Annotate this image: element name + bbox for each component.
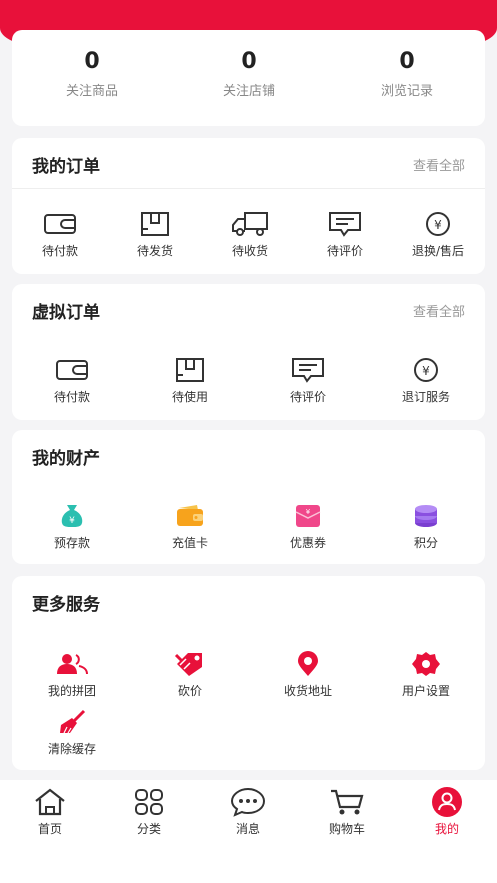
asset-points[interactable]: 积分 (378, 502, 474, 551)
coins-stack-icon (415, 505, 437, 527)
tab-messages[interactable]: 消息 (198, 786, 298, 837)
stats-card: 0 关注商品 0 关注店铺 0 浏览记录 (12, 30, 485, 126)
asset-deposit[interactable]: ¥ 预存款 (24, 502, 120, 551)
view-all-virtual-link[interactable]: 查看全部 (413, 301, 465, 320)
stat-value: 0 (399, 49, 415, 74)
service-bargain[interactable]: 砍价 (142, 650, 238, 699)
service-user-settings[interactable]: 用户设置 (378, 650, 474, 699)
wallet-card-icon (177, 505, 203, 526)
virtual-pending-use[interactable]: 待使用 (142, 356, 238, 405)
item-label: 待付款 (53, 390, 90, 404)
svg-text:¥: ¥ (69, 516, 75, 526)
money-bag-icon: ¥ (61, 505, 83, 527)
asset-coupon[interactable]: ¥ 优惠券 (260, 502, 356, 551)
item-label: 收货地址 (283, 684, 332, 698)
category-icon (135, 789, 163, 815)
service-group-buy[interactable]: 我的拼团 (24, 650, 120, 699)
item-label: 待发货 (136, 244, 173, 258)
message-icon (230, 787, 266, 817)
order-pending-review[interactable]: 待评价 (297, 210, 393, 259)
item-label: 待评价 (289, 390, 326, 404)
order-pending-receipt[interactable]: 待收货 (202, 210, 298, 259)
my-assets-card: 我的财产 ¥ 预存款 充值卡 ¥ 优惠券 积分 (12, 430, 485, 564)
my-orders-card: 我的订单 查看全部 待付款 待发货 待收货 待评价 ¥ 退换/售后 (12, 138, 485, 274)
stat-browse-history[interactable]: 0 浏览记录 (337, 48, 477, 99)
group-icon (57, 654, 88, 675)
stat-label: 关注商品 (65, 84, 118, 99)
item-label: 退换/售后 (411, 244, 465, 258)
item-label: 用户设置 (401, 684, 450, 698)
truck-icon (232, 212, 268, 236)
box-icon (141, 212, 169, 236)
tab-label: 购物车 (328, 822, 365, 836)
svg-text:¥: ¥ (306, 508, 311, 516)
order-pending-shipment[interactable]: 待发货 (107, 210, 203, 259)
svg-text:¥: ¥ (422, 364, 430, 378)
item-label: 待收货 (231, 244, 268, 258)
profile-icon (432, 787, 462, 817)
item-label: 待使用 (171, 390, 208, 404)
bottom-tab-bar: 首页 分类 消息 购物车 我的 (0, 780, 497, 842)
bottom-safe-area (0, 842, 497, 883)
comment-icon (329, 212, 361, 237)
price-tag-icon (174, 653, 202, 676)
tab-cart[interactable]: 购物车 (297, 786, 397, 837)
section-title: 更多服务 (32, 595, 100, 615)
order-pending-payment[interactable]: 待付款 (12, 210, 108, 259)
item-label: 充值卡 (171, 536, 208, 550)
cart-icon (331, 789, 364, 815)
item-label: 清除缓存 (47, 742, 96, 756)
stat-followed-shops[interactable]: 0 关注店铺 (179, 48, 319, 99)
stat-label: 关注店铺 (222, 84, 275, 99)
wallet-icon (44, 214, 76, 234)
location-pin-icon (298, 651, 318, 676)
divider (12, 188, 485, 189)
item-label: 积分 (413, 536, 438, 550)
more-services-card: 更多服务 我的拼团 砍价 收货地址 用户设置 清除缓存 (12, 576, 485, 770)
item-label: 我的拼团 (47, 684, 96, 698)
item-label: 退订服务 (401, 390, 450, 404)
tab-label: 首页 (37, 822, 62, 836)
tab-label: 分类 (136, 822, 161, 836)
home-icon (35, 788, 65, 816)
view-all-orders-link[interactable]: 查看全部 (413, 155, 465, 174)
item-label: 预存款 (53, 536, 90, 550)
service-shipping-address[interactable]: 收货地址 (260, 650, 356, 699)
section-title: 我的财产 (32, 449, 100, 469)
section-title: 虚拟订单 (32, 303, 100, 323)
asset-recharge-card[interactable]: 充值卡 (142, 502, 238, 551)
svg-text:¥: ¥ (434, 218, 442, 232)
tab-label: 我的 (434, 822, 459, 836)
stat-label: 浏览记录 (380, 84, 433, 99)
comment-icon (292, 358, 324, 383)
service-clear-cache[interactable]: 清除缓存 (24, 708, 120, 757)
box-icon (176, 358, 204, 382)
tab-category[interactable]: 分类 (99, 786, 199, 837)
stat-value: 0 (241, 49, 257, 74)
settings-gear-icon (412, 652, 440, 676)
item-label: 待付款 (41, 244, 78, 258)
yen-circle-icon: ¥ (426, 212, 450, 236)
yen-circle-icon: ¥ (414, 358, 438, 382)
wallet-icon (56, 360, 88, 380)
virtual-pending-payment[interactable]: 待付款 (24, 356, 120, 405)
item-label: 待评价 (326, 244, 363, 258)
section-title: 我的订单 (32, 157, 100, 177)
tab-profile[interactable]: 我的 (397, 786, 497, 837)
item-label: 优惠券 (289, 536, 326, 550)
tab-home[interactable]: 首页 (0, 786, 100, 837)
stat-followed-products[interactable]: 0 关注商品 (22, 48, 162, 99)
item-label: 砍价 (177, 684, 202, 698)
virtual-orders-card: 虚拟订单 查看全部 待付款 待使用 待评价 ¥ 退订服务 (12, 284, 485, 420)
coupon-icon: ¥ (295, 505, 321, 527)
tab-label: 消息 (235, 822, 260, 836)
virtual-refund-service[interactable]: ¥ 退订服务 (378, 356, 474, 405)
order-after-sales[interactable]: ¥ 退换/售后 (390, 210, 486, 259)
virtual-pending-review[interactable]: 待评价 (260, 356, 356, 405)
broom-icon (60, 709, 86, 734)
stat-value: 0 (84, 49, 100, 74)
